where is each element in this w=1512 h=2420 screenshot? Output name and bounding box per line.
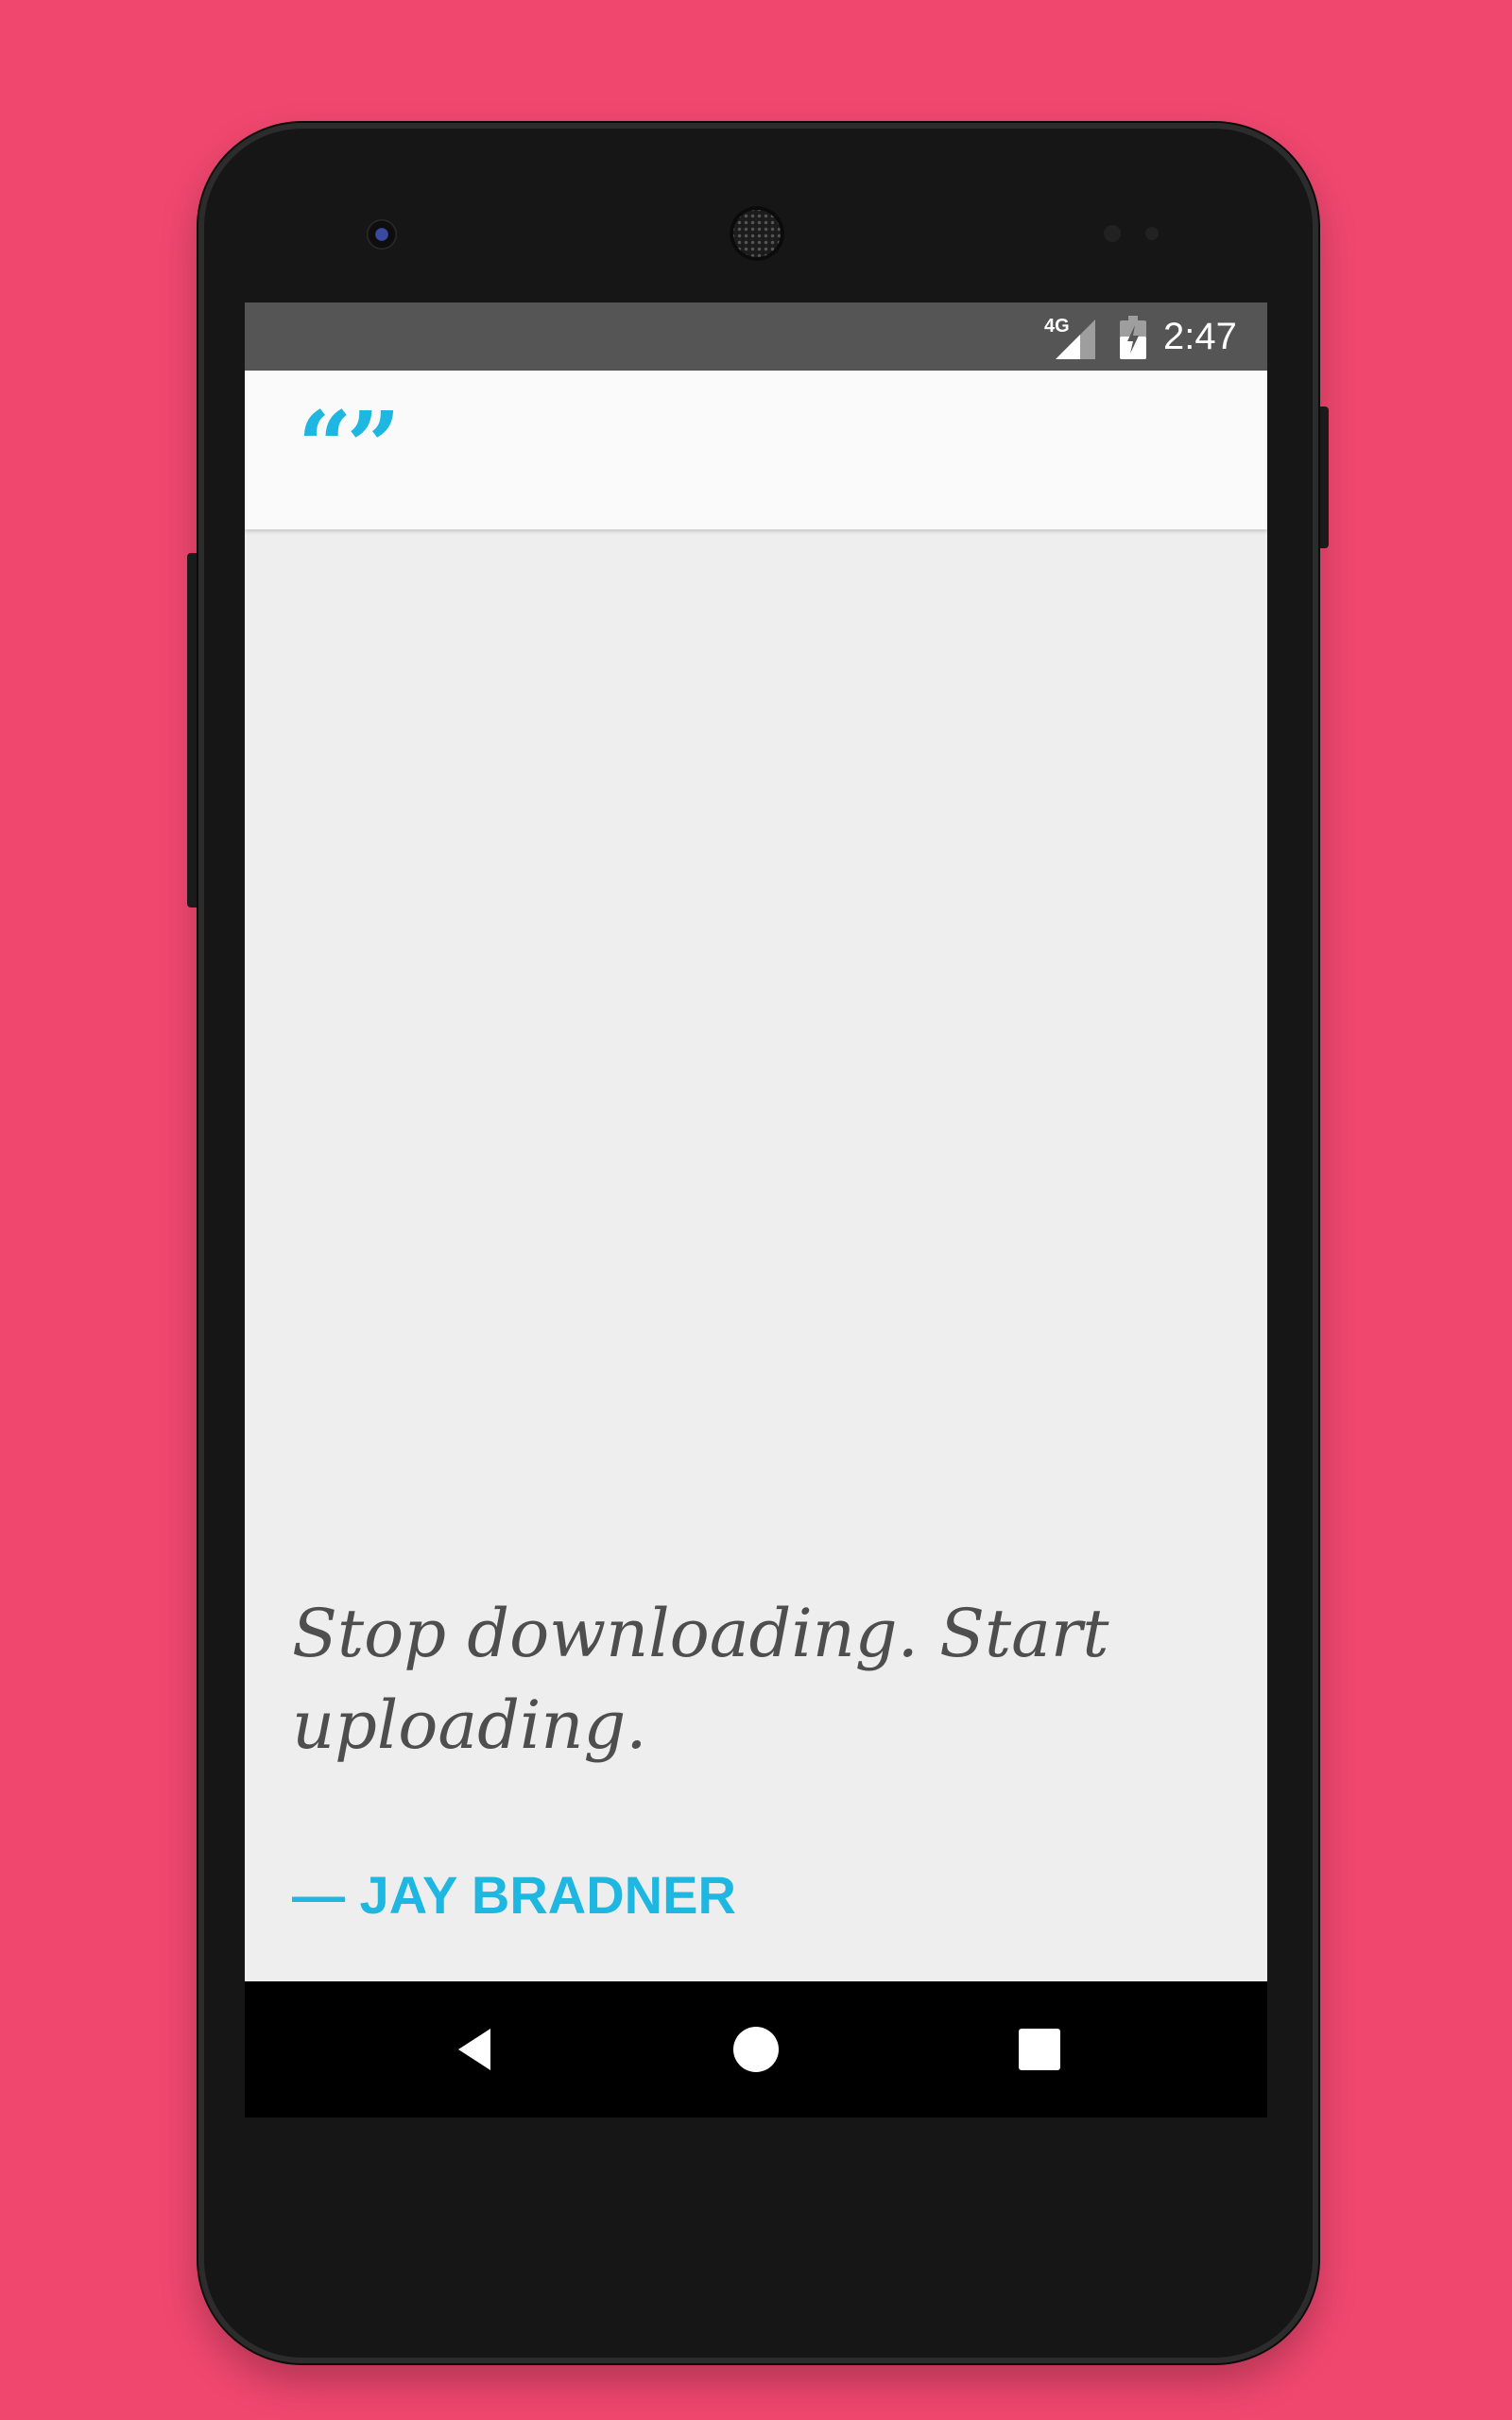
light-sensor	[1145, 227, 1159, 240]
status-bar: 4G 2:47	[245, 302, 1267, 371]
earpiece-speaker	[730, 206, 784, 261]
recents-icon[interactable]	[1005, 2015, 1074, 2083]
status-time: 2:47	[1163, 316, 1237, 357]
quote-text: Stop downloading. Start uploading.	[292, 1595, 1109, 1764]
navigation-bar	[245, 1981, 1267, 2118]
home-icon[interactable]	[722, 2015, 790, 2083]
back-icon[interactable]	[439, 2015, 507, 2083]
phone-screen: 4G 2:47 “” Stop downloading. Start uploa…	[245, 302, 1267, 2118]
signal-icon	[1056, 320, 1095, 359]
proximity-sensor	[1104, 225, 1121, 242]
battery-charging-icon	[1120, 316, 1146, 359]
front-camera	[367, 219, 397, 250]
quote-marks-icon: “”	[298, 390, 401, 502]
quote-author: — JAY BRADNER	[292, 1865, 736, 1925]
app-bar: “”	[245, 371, 1267, 529]
